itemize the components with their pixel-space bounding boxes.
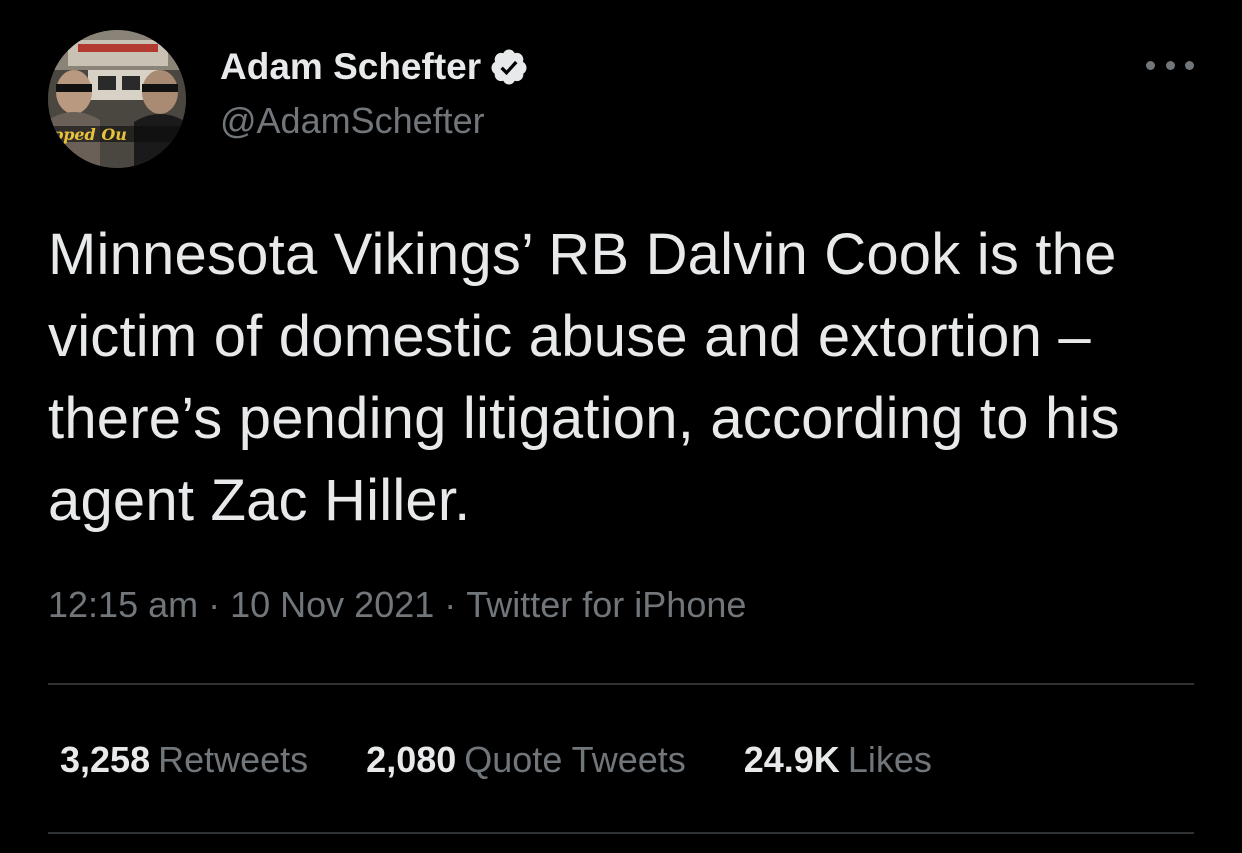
- handle[interactable]: @AdamSchefter: [220, 100, 485, 142]
- more-options-button[interactable]: [1146, 52, 1194, 78]
- more-horizontal-icon: [1146, 60, 1155, 70]
- more-horizontal-icon: [1185, 60, 1194, 70]
- verified-badge-icon: [489, 47, 529, 87]
- divider: [48, 683, 1194, 685]
- avatar-image: pped Ou: [48, 30, 186, 168]
- divider: [48, 832, 1194, 834]
- retweets-stat[interactable]: 3,258 Retweets: [60, 739, 308, 781]
- likes-stat[interactable]: 24.9K Likes: [744, 739, 932, 781]
- avatar[interactable]: pped Ou: [48, 30, 186, 168]
- tweet-source[interactable]: Twitter for iPhone: [466, 584, 746, 625]
- quote-tweets-label: Quote Tweets: [464, 739, 686, 780]
- more-horizontal-icon: [1165, 60, 1175, 70]
- tweet-text: Minnesota Vikings’ RB Dalvin Cook is the…: [48, 222, 1120, 533]
- likes-count: 24.9K: [743, 739, 840, 780]
- quote-tweets-stat[interactable]: 2,080 Quote Tweets: [366, 739, 686, 781]
- display-name[interactable]: Adam Schefter: [220, 42, 529, 92]
- display-name-text: Adam Schefter: [220, 46, 482, 87]
- meta-separator: ·: [444, 584, 457, 625]
- tweet-meta: 12:15 am · 10 Nov 2021 · Twitter for iPhone: [48, 584, 746, 626]
- retweets-label: Retweets: [158, 739, 309, 780]
- avatar-caption: pped Ou: [52, 125, 127, 144]
- engagement-stats: 3,258 Retweets 2,080 Quote Tweets 24.9K Lik…: [60, 734, 990, 786]
- tweet-date[interactable]: 10 Nov 2021: [230, 584, 434, 625]
- meta-separator: ·: [208, 584, 221, 625]
- tweet-time[interactable]: 12:15 am: [48, 584, 198, 625]
- quote-tweets-count: 2,080: [366, 739, 457, 780]
- retweets-count: 3,258: [60, 739, 151, 780]
- likes-label: Likes: [847, 739, 932, 780]
